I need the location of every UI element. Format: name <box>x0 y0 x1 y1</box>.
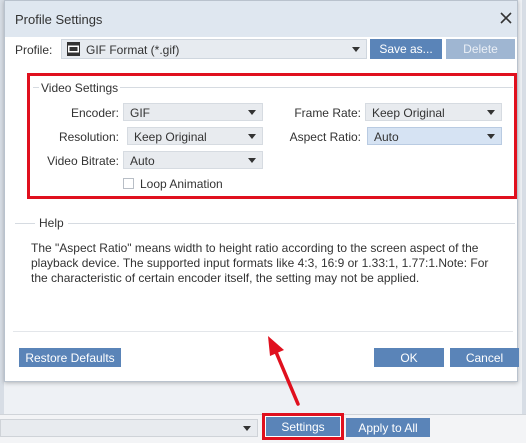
footer-divider <box>13 331 513 332</box>
delete-button[interactable]: Delete <box>446 39 515 59</box>
gif-file-icon <box>67 42 80 56</box>
help-text: The "Aspect Ratio" means width to height… <box>31 241 489 285</box>
output-profile-select[interactable] <box>0 419 258 437</box>
chevron-down-icon <box>248 158 256 163</box>
chevron-down-icon <box>487 134 495 139</box>
profile-value: GIF Format (*.gif) <box>86 43 180 57</box>
video-bitrate-value: Auto <box>130 154 155 168</box>
background-right-panel <box>522 0 526 414</box>
aspect-ratio-select[interactable]: Auto <box>367 127 502 145</box>
ok-button[interactable]: OK <box>374 348 444 367</box>
frame-rate-select[interactable]: Keep Original <box>365 103 502 121</box>
profile-settings-dialog: Profile Settings Profile: GIF Format (*.… <box>4 0 519 382</box>
encoder-select[interactable]: GIF <box>123 103 263 121</box>
apply-to-all-button[interactable]: Apply to All <box>346 418 430 437</box>
loop-animation-checkbox[interactable] <box>123 178 134 189</box>
resolution-value: Keep Original <box>134 130 207 144</box>
loop-animation-label: Loop Animation <box>140 177 223 191</box>
aspect-ratio-value: Auto <box>374 130 399 144</box>
restore-defaults-button[interactable]: Restore Defaults <box>19 348 121 367</box>
profile-select[interactable]: GIF Format (*.gif) <box>61 39 367 59</box>
resolution-select[interactable]: Keep Original <box>127 127 263 145</box>
profile-label: Profile: <box>15 43 53 57</box>
chevron-down-icon <box>243 426 251 431</box>
dialog-title: Profile Settings <box>15 12 103 27</box>
cancel-button[interactable]: Cancel <box>450 348 519 367</box>
encoder-value: GIF <box>130 106 150 120</box>
chevron-down-icon <box>487 110 495 115</box>
frame-rate-value: Keep Original <box>372 106 445 120</box>
encoder-label: Encoder: <box>70 106 119 120</box>
help-legend: Help <box>35 216 68 230</box>
help-group <box>15 223 515 224</box>
resolution-label: Resolution: <box>58 130 119 144</box>
video-bitrate-label: Video Bitrate: <box>47 154 119 168</box>
close-icon[interactable] <box>499 11 513 25</box>
chevron-down-icon <box>248 134 256 139</box>
settings-button[interactable]: Settings <box>266 417 340 436</box>
dialog-titlebar: Profile Settings <box>5 1 517 37</box>
save-as-button[interactable]: Save as... <box>370 39 442 59</box>
frame-rate-label: Frame Rate: <box>294 106 361 120</box>
video-bitrate-select[interactable]: Auto <box>123 151 263 169</box>
chevron-down-icon <box>352 47 360 52</box>
aspect-ratio-label: Aspect Ratio: <box>289 130 361 144</box>
chevron-down-icon <box>248 110 256 115</box>
